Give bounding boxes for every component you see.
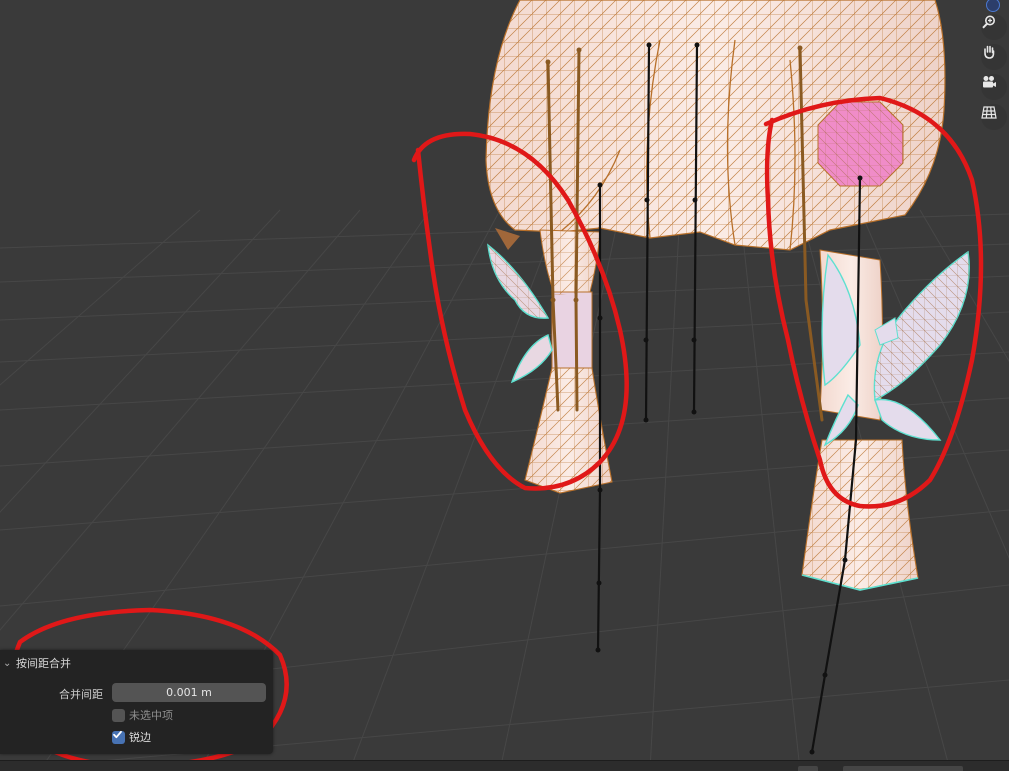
- status-chip[interactable]: [798, 766, 818, 771]
- hand-pan-icon[interactable]: [981, 44, 1007, 70]
- checkmark-icon: [113, 730, 122, 739]
- navigation-gizmo-column: [969, 0, 1009, 140]
- merge-distance-label: 合并间距: [59, 688, 103, 701]
- right-ponytail-mesh: [801, 249, 970, 591]
- unselected-label: 未选中项: [129, 709, 173, 722]
- grid-ortho-icon[interactable]: [981, 104, 1007, 130]
- 3d-viewport[interactable]: ⌄ 按间距合并 合并间距 0.001 m 未选中项 锐边: [0, 0, 1009, 771]
- zoom-icon[interactable]: [981, 14, 1007, 40]
- sharp-edges-label: 锐边: [129, 731, 151, 744]
- unselected-checkbox[interactable]: [112, 708, 125, 722]
- panel-title: 按间距合并: [16, 657, 71, 670]
- unselected-option[interactable]: 未选中项: [112, 707, 173, 723]
- axis-gizmo-icon[interactable]: [986, 0, 1000, 12]
- left-ponytail-mesh: [487, 229, 613, 494]
- merge-distance-row: 合并间距 0.001 m: [0, 683, 273, 703]
- status-chip[interactable]: [843, 766, 963, 771]
- status-bar: [0, 760, 1009, 771]
- chevron-down-icon[interactable]: ⌄: [3, 658, 13, 669]
- adjust-last-operation-panel: ⌄ 按间距合并 合并间距 0.001 m 未选中项 锐边: [0, 650, 273, 754]
- merge-distance-field[interactable]: 0.001 m: [112, 683, 266, 702]
- merge-distance-value: 0.001 m: [166, 686, 212, 699]
- highlight-face: [817, 101, 904, 187]
- camera-icon[interactable]: [981, 74, 1007, 100]
- sharp-edges-option[interactable]: 锐边: [112, 729, 151, 745]
- sharp-edges-checkbox[interactable]: [112, 730, 125, 744]
- panel-header[interactable]: ⌄ 按间距合并: [0, 650, 273, 676]
